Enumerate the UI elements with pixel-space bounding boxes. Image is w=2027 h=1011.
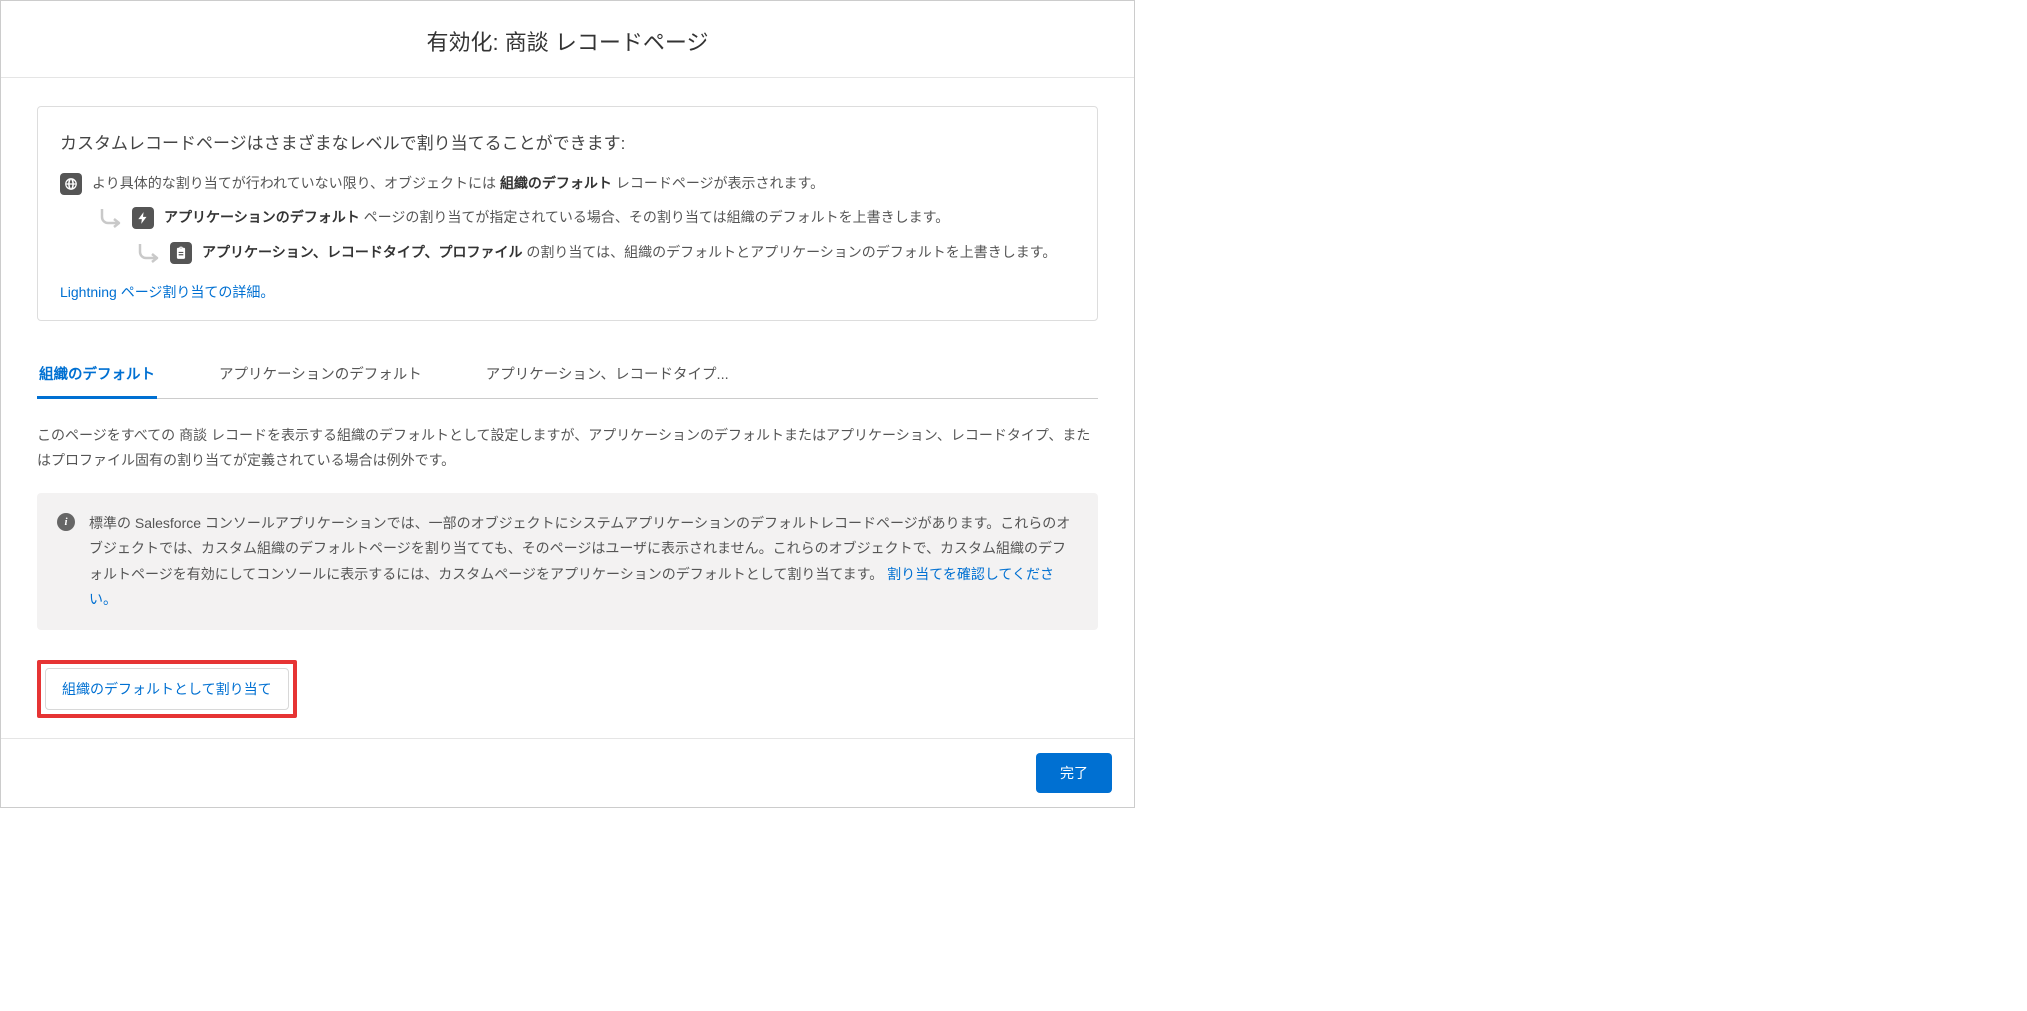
lightning-assignment-details-link[interactable]: Lightning ページ割り当ての詳細。 [60,284,274,300]
tab-org-default[interactable]: 組織のデフォルト [37,351,157,399]
info-alert: i 標準の Salesforce コンソールアプリケーションでは、一部のオブジェ… [37,493,1098,630]
alert-text: 標準の Salesforce コンソールアプリケーションでは、一部のオブジェクト… [89,511,1078,612]
bolt-icon [132,207,154,229]
clipboard-icon [170,242,192,264]
tab-app-record-type[interactable]: アプリケーション、レコードタイプ... [484,351,731,399]
arrow-down-right-icon [136,242,162,266]
tab-description: このページをすべての 商談 レコードを表示する組織のデフォルトとして設定しますが… [37,423,1098,473]
level-profile-text: アプリケーション、レコードタイプ、プロファイル の割り当ては、組織のデフォルトと… [202,241,1075,265]
level-app-text: アプリケーションのデフォルト ページの割り当てが指定されている場合、その割り当て… [164,206,1075,230]
activation-modal: 有効化: 商談 レコードページ カスタムレコードページはさまざまなレベルで割り当… [0,0,1135,808]
tabs: 組織のデフォルト アプリケーションのデフォルト アプリケーション、レコードタイプ… [37,351,1098,399]
done-button[interactable]: 完了 [1036,753,1112,793]
info-icon: i [57,513,75,531]
globe-icon [60,173,82,195]
arrow-down-right-icon [98,207,124,231]
level-app-default: アプリケーションのデフォルト ページの割り当てが指定されている場合、その割り当て… [98,206,1075,231]
tab-app-default[interactable]: アプリケーションのデフォルト [217,351,424,399]
modal-body: カスタムレコードページはさまざまなレベルで割り当てることができます: より具体的… [1,78,1134,738]
modal-title: 有効化: 商談 レコードページ [1,25,1134,57]
assign-button-highlight: 組織のデフォルトとして割り当て [37,660,297,718]
level-org-default: より具体的な割り当てが行われていない限り、オブジェクトには 組織のデフォルト レ… [60,172,1075,196]
level-app-record-profile: アプリケーション、レコードタイプ、プロファイル の割り当ては、組織のデフォルトと… [136,241,1075,266]
info-card-title: カスタムレコードページはさまざまなレベルで割り当てることができます: [60,129,1075,154]
info-card: カスタムレコードページはさまざまなレベルで割り当てることができます: より具体的… [37,106,1098,321]
level-org-text: より具体的な割り当てが行われていない限り、オブジェクトには 組織のデフォルト レ… [92,172,1075,196]
modal-footer: 完了 [1,738,1134,807]
info-link-row: Lightning ページ割り当ての詳細。 [60,282,1075,302]
modal-header: 有効化: 商談 レコードページ [1,1,1134,78]
assign-as-org-default-button[interactable]: 組織のデフォルトとして割り当て [45,668,289,710]
tab-content-org-default: このページをすべての 商談 レコードを表示する組織のデフォルトとして設定しますが… [37,423,1098,718]
